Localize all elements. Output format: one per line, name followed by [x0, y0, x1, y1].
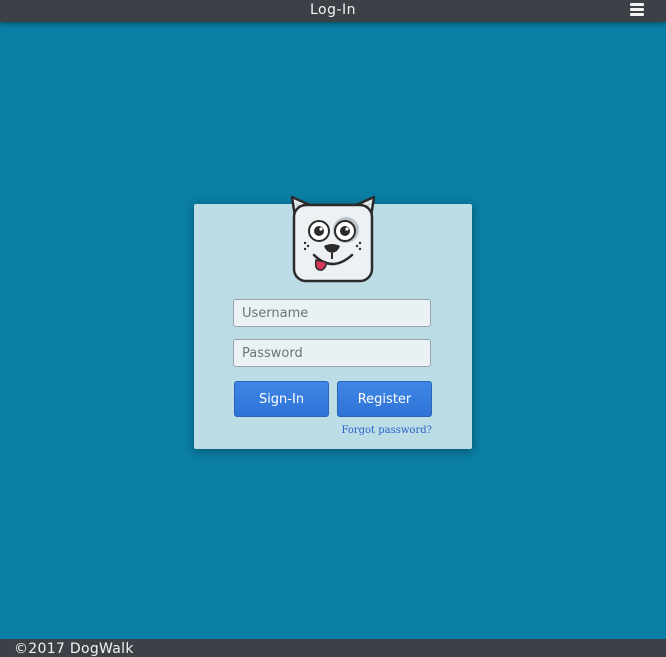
hamburger-menu-icon[interactable] — [630, 3, 644, 18]
top-bar: Log-In — [0, 0, 666, 22]
footer: ©2017 DogWalk — [0, 639, 666, 657]
username-input[interactable] — [233, 299, 431, 327]
password-input[interactable] — [233, 339, 431, 367]
forgot-password-link[interactable]: Forgot password? — [341, 425, 432, 436]
copyright-text: ©2017 DogWalk — [14, 641, 134, 657]
page-title: Log-In — [309, 2, 357, 18]
register-button[interactable]: Register — [337, 381, 432, 417]
sign-in-button[interactable]: Sign-In — [234, 381, 329, 417]
dog-face-logo-icon — [290, 195, 376, 283]
